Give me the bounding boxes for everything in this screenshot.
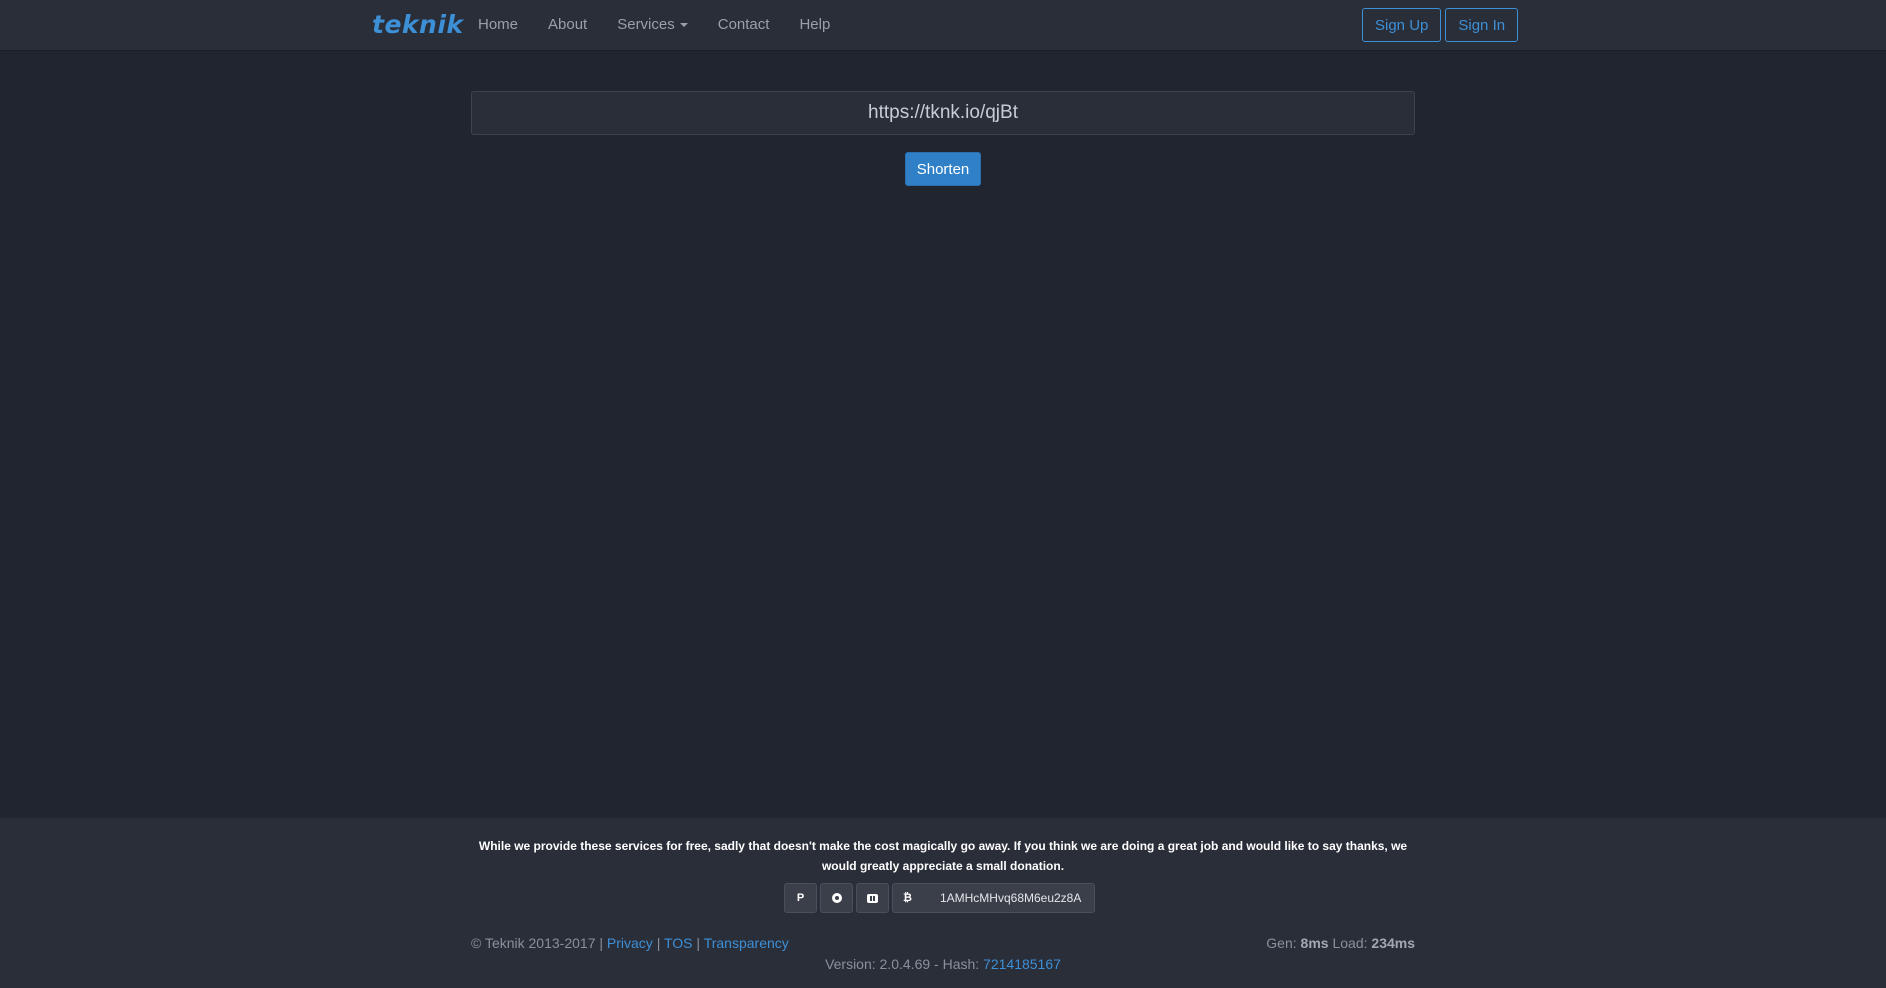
circle-icon — [831, 893, 842, 903]
nav-help[interactable]: Help — [784, 0, 845, 50]
copyright: © Teknik 2013-2017 | Privacy | TOS | Tra… — [471, 935, 789, 951]
gen-label: Gen: — [1266, 935, 1297, 951]
nav-about[interactable]: About — [533, 0, 602, 50]
main-nav: Home About Services Contact Help — [463, 0, 845, 50]
bars-donate-button[interactable] — [856, 883, 889, 913]
donate-message: While we provide these services for free… — [478, 839, 1408, 873]
brand-logo[interactable]: teknik — [372, 10, 464, 39]
separator: | — [656, 935, 661, 951]
nav-contact[interactable]: Contact — [703, 0, 785, 50]
separator: | — [696, 935, 701, 951]
footer: While we provide these services for free… — [0, 818, 1886, 988]
shorten-button[interactable]: Shorten — [905, 152, 981, 186]
bars-icon — [867, 893, 878, 903]
caret-down-icon — [679, 23, 688, 28]
sign-up-button[interactable]: Sign Up — [1362, 8, 1442, 42]
page-stats: Gen: 8ms Load: 234ms — [1266, 935, 1415, 951]
paypal-icon: P — [796, 892, 805, 904]
bitcoin-icon: ₿ — [903, 892, 912, 904]
donate-buttons: P ₿ 1AMHcMHvq68M6eu2z8A — [784, 883, 1095, 913]
nav-services-label: Services — [617, 16, 675, 33]
auth-buttons: Sign Up Sign In — [1362, 8, 1519, 42]
copyright-text: © Teknik 2013-2017 | — [471, 935, 604, 951]
url-input[interactable] — [471, 91, 1415, 135]
version-label: Version: 2.0.4.69 - Hash: — [825, 956, 980, 972]
circle-donate-button[interactable] — [820, 883, 853, 913]
transparency-link[interactable]: Transparency — [704, 935, 789, 951]
paypal-donate-button[interactable]: P — [784, 883, 817, 913]
nav-home[interactable]: Home — [463, 0, 533, 50]
privacy-link[interactable]: Privacy — [607, 935, 653, 951]
sign-in-button[interactable]: Sign In — [1445, 8, 1519, 42]
load-value: 234ms — [1371, 935, 1415, 951]
bitcoin-donate-button[interactable]: ₿ 1AMHcMHvq68M6eu2z8A — [892, 883, 1095, 913]
bitcoin-address: 1AMHcMHvq68M6eu2z8A — [939, 891, 1082, 905]
navbar: teknik Home About Services Contact Help … — [0, 0, 1886, 50]
version-info: Version: 2.0.4.69 - Hash: 7214185167 — [0, 956, 1886, 972]
load-label: Load: — [1332, 935, 1368, 951]
gen-value: 8ms — [1300, 935, 1329, 951]
hash-link[interactable]: 7214185167 — [983, 956, 1061, 972]
nav-services-dropdown[interactable]: Services — [602, 0, 703, 50]
tos-link[interactable]: TOS — [664, 935, 693, 951]
